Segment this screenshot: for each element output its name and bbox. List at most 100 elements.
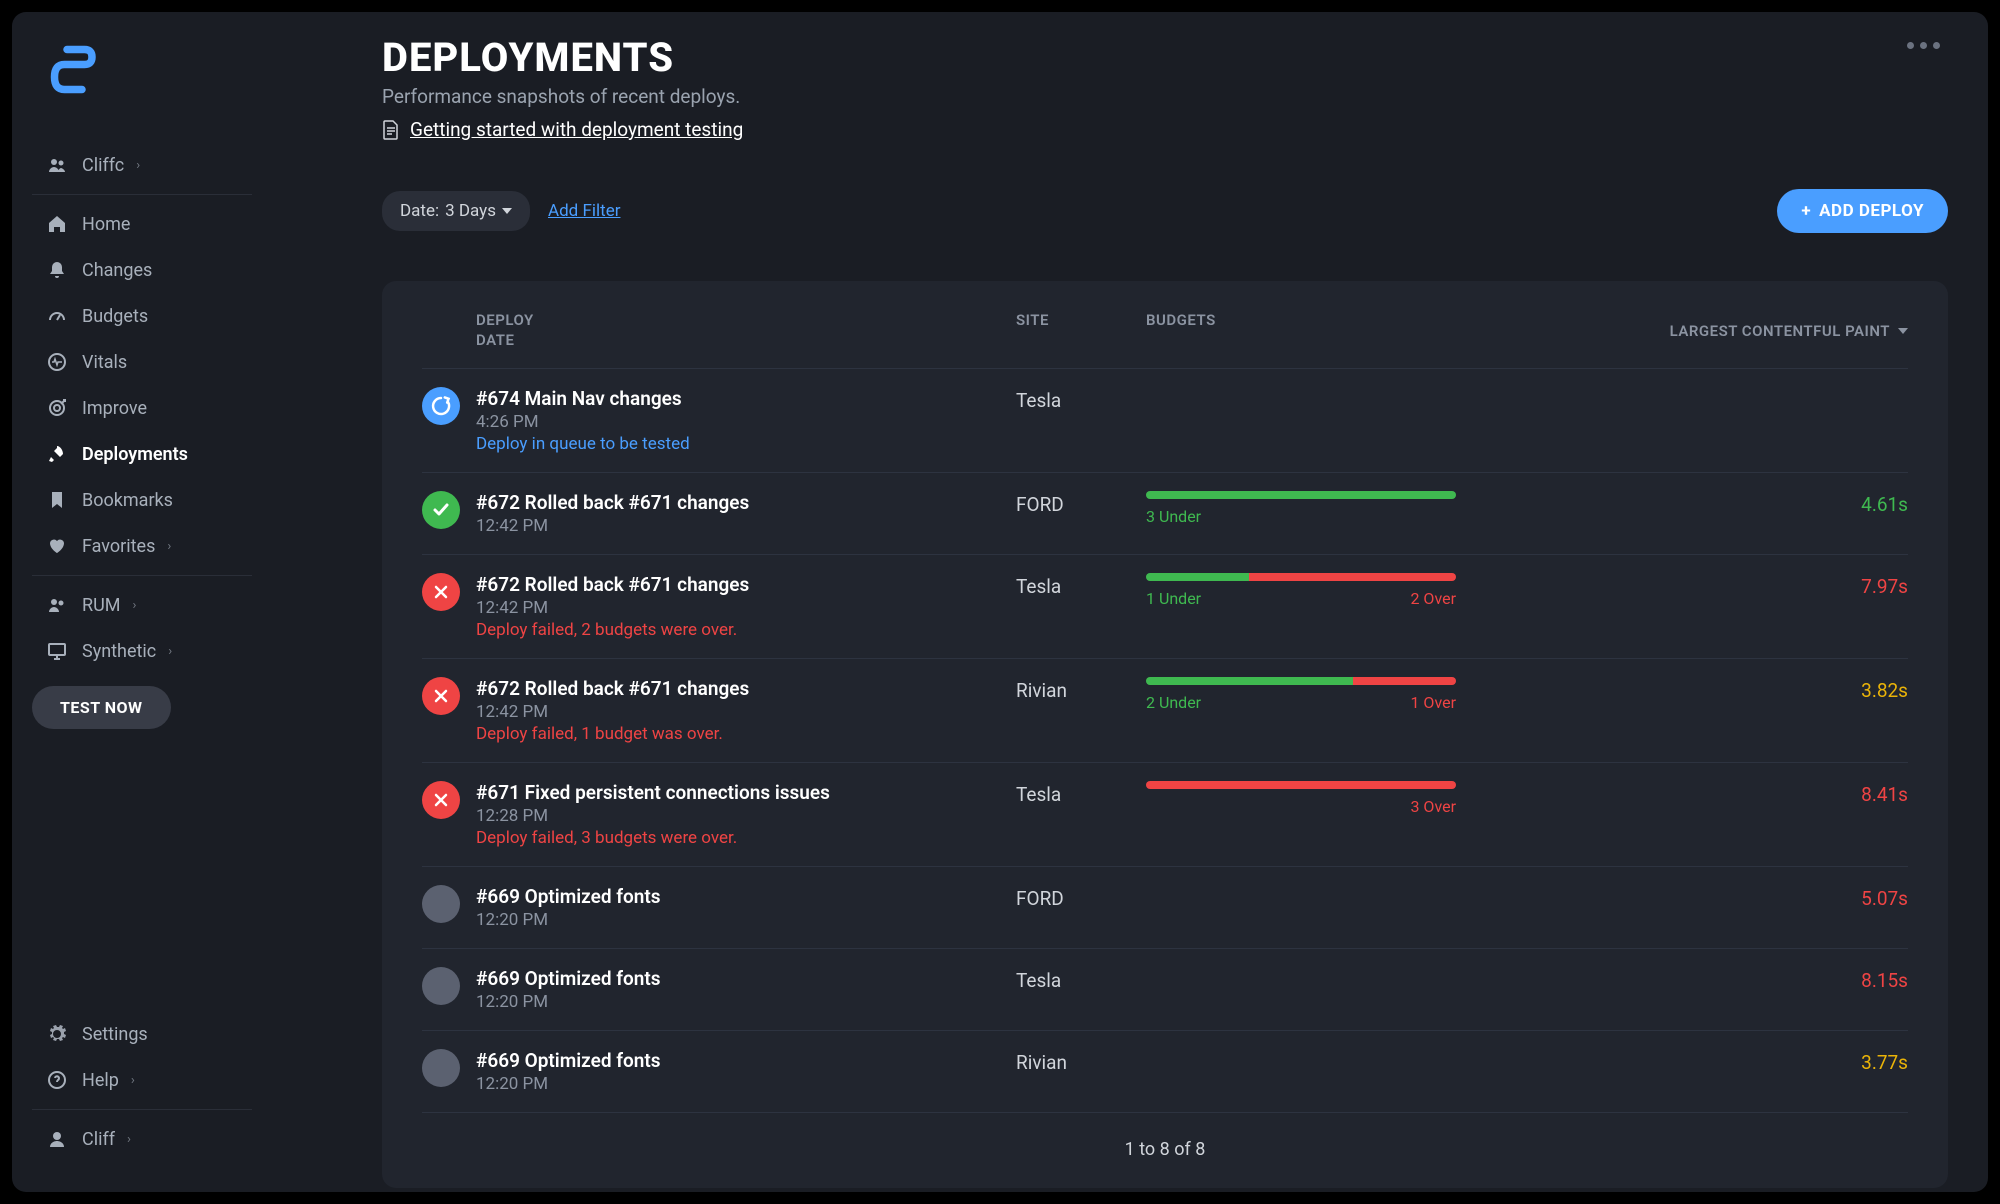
deploy-note: Deploy in queue to be tested [476,434,1016,454]
org-name: Cliffc [82,155,124,176]
status-badge-failed [422,573,460,611]
budget-bar-over [1249,573,1456,581]
sidebar-item-budgets[interactable]: Budgets [32,293,252,339]
table-row[interactable]: #669 Optimized fonts12:20 PMTesla8.15s [422,949,1908,1031]
table-row[interactable]: #669 Optimized fonts12:20 PMRivian3.77s [422,1031,1908,1113]
app-logo [42,42,102,102]
document-icon [382,120,400,140]
deploy-time: 12:42 PM [476,702,1016,722]
status-badge-failed [422,781,460,819]
deploy-time: 12:42 PM [476,598,1016,618]
doc-link-row: Getting started with deployment testing [382,118,1948,141]
column-header-lcp-label: LARGEST CONTENTFUL PAINT [1670,322,1890,340]
status-badge-neutral [422,967,460,1005]
home-icon [46,213,68,235]
sidebar-item-label: Vitals [82,352,127,373]
sidebar-item-rum[interactable]: RUM › [32,582,252,628]
budget-bar-over [1353,677,1456,685]
sidebar-item-vitals[interactable]: Vitals [32,339,252,385]
site-cell: Rivian [1016,1049,1146,1074]
budget-bar-over [1146,781,1456,789]
bookmark-icon [46,489,68,511]
sidebar-item-label: Bookmarks [82,490,173,511]
table-row[interactable]: #672 Rolled back #671 changes12:42 PMDep… [422,659,1908,763]
column-header-site[interactable]: SITE [1016,311,1146,350]
monitor-icon [46,640,68,662]
chevron-right-icon: › [168,644,172,659]
add-deploy-button[interactable]: + ADD DEPLOY [1777,189,1948,233]
budget-over-label: 1 Over [1410,693,1456,712]
site-cell: FORD [1016,885,1146,910]
main-content: DEPLOYMENTS Performance snapshots of rec… [272,12,1988,1192]
column-header-lcp[interactable]: LARGEST CONTENTFUL PAINT [1456,311,1908,350]
status-badge-neutral [422,1049,460,1087]
sidebar-item-improve[interactable]: Improve [32,385,252,431]
chevron-right-icon: › [132,598,136,613]
sidebar-item-label: Budgets [82,306,148,327]
add-filter-link[interactable]: Add Filter [548,201,620,221]
lcp-value: 3.77s [1456,1049,1908,1074]
deploy-title: #669 Optimized fonts [476,967,1016,990]
heart-icon [46,535,68,557]
sidebar-item-label: Help [82,1070,119,1091]
table-row[interactable]: #669 Optimized fonts12:20 PMFORD5.07s [422,867,1908,949]
sidebar-item-favorites[interactable]: Favorites › [32,523,252,569]
table-row[interactable]: #672 Rolled back #671 changes12:42 PMFOR… [422,473,1908,555]
user-menu[interactable]: Cliff › [32,1116,252,1162]
chevron-right-icon: › [127,1132,131,1147]
budget-bar-under [1146,677,1353,685]
dot-icon [1920,42,1927,49]
deploy-time: 12:42 PM [476,516,1016,536]
chevron-right-icon: › [167,539,171,554]
budget-over-label: 3 Over [1410,797,1456,816]
divider [32,1109,252,1110]
sidebar-item-label: Changes [82,260,152,281]
site-cell: Rivian [1016,677,1146,702]
sidebar-item-settings[interactable]: Settings [32,1011,252,1057]
deploy-time: 12:20 PM [476,1074,1016,1094]
budget-bar-under [1146,491,1456,499]
budget-over-label: 2 Over [1410,589,1456,608]
test-now-button[interactable]: TEST NOW [32,686,171,729]
pagination-text: 1 to 8 of 8 [422,1139,1908,1160]
sidebar: Cliffc › Home Changes Budgets Vitals Imp… [12,12,272,1192]
rocket-icon [46,443,68,465]
users-icon [46,154,68,176]
deploy-time: 12:20 PM [476,910,1016,930]
help-icon [46,1069,68,1091]
gear-icon [46,1023,68,1045]
sidebar-item-changes[interactable]: Changes [32,247,252,293]
sidebar-item-synthetic[interactable]: Synthetic › [32,628,252,674]
sidebar-item-label: Improve [82,398,147,419]
budget-bar [1146,573,1456,581]
sidebar-item-label: Deployments [82,444,188,465]
budgets-cell: 1 Under2 Over [1146,573,1456,608]
divider [32,575,252,576]
doc-link[interactable]: Getting started with deployment testing [410,118,743,141]
status-badge-neutral [422,885,460,923]
date-filter-dropdown[interactable]: Date: 3 Days [382,191,530,231]
user-name: Cliff [82,1129,115,1150]
column-header-budgets[interactable]: BUDGETS [1146,311,1456,350]
users-icon [46,594,68,616]
app-shell: Cliffc › Home Changes Budgets Vitals Imp… [12,12,1988,1192]
table-row[interactable]: #671 Fixed persistent connections issues… [422,763,1908,867]
sidebar-item-bookmarks[interactable]: Bookmarks [32,477,252,523]
bell-icon [46,259,68,281]
table-row[interactable]: #674 Main Nav changes4:26 PMDeploy in qu… [422,369,1908,473]
plus-icon: + [1801,201,1811,221]
more-menu-button[interactable] [1907,42,1940,49]
lcp-value: 8.41s [1456,781,1908,806]
org-switcher[interactable]: Cliffc › [32,142,252,188]
site-cell: Tesla [1016,573,1146,598]
gauge-icon [46,305,68,327]
table-row[interactable]: #672 Rolled back #671 changes12:42 PMDep… [422,555,1908,659]
sidebar-item-home[interactable]: Home [32,201,252,247]
site-cell: Tesla [1016,387,1146,412]
column-header-deploy[interactable]: DEPLOYDATE [476,311,1016,350]
sidebar-item-help[interactable]: Help › [32,1057,252,1103]
status-badge-queued [422,387,460,425]
lcp-value: 3.82s [1456,677,1908,702]
sidebar-item-deployments[interactable]: Deployments [32,431,252,477]
page-title: DEPLOYMENTS [382,34,1948,81]
